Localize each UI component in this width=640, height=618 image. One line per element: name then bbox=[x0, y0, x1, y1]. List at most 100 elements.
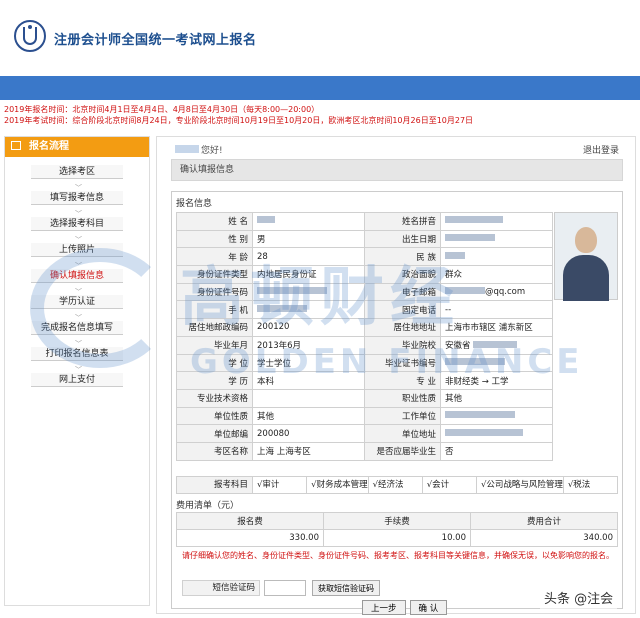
grad-value: 2013年6月 bbox=[252, 335, 365, 355]
field-label: 专 业 bbox=[364, 371, 441, 390]
subject-item: √经济法 bbox=[369, 477, 423, 493]
step-item[interactable]: 完成报名信息填写 ﹀ bbox=[5, 321, 149, 348]
step-item[interactable]: 学历认证 ﹀ bbox=[5, 295, 149, 322]
step-label: 确认填报信息 bbox=[31, 269, 123, 283]
table-row: 学 历 本科 专 业 非财经类 → 工学 bbox=[176, 371, 553, 390]
sms-row: 短信验证码 获取短信验证码 bbox=[182, 580, 380, 596]
field-label: 单位邮编 bbox=[176, 424, 253, 443]
step-item-active[interactable]: 确认填报信息 ﹀ bbox=[5, 269, 149, 296]
table-row: 单位邮编 200080 单位地址 bbox=[176, 424, 553, 443]
name-value bbox=[252, 212, 365, 231]
subject-item: √公司战略与风险管理 bbox=[477, 477, 564, 493]
field-label: 民 族 bbox=[364, 247, 441, 267]
age-value: 28 bbox=[252, 247, 365, 267]
table-row: 年 龄 28 民 族 bbox=[176, 247, 553, 267]
step-item[interactable]: 上传照片 ﹀ bbox=[5, 243, 149, 270]
field-label: 职业性质 bbox=[364, 388, 441, 408]
info-table: 姓 名 姓名拼音 性 别 男 出生日期 年 龄 28 民 族 身份证件类型 内地… bbox=[176, 212, 553, 461]
monitor-icon bbox=[11, 141, 21, 150]
prev-step-button[interactable]: 上一步 bbox=[362, 600, 406, 615]
step-label: 完成报名信息填写 bbox=[31, 321, 123, 335]
confirm-button[interactable]: 确 认 bbox=[409, 600, 448, 615]
table-row: 考区名称 上海 上海考区 是否应届毕业生 否 bbox=[176, 441, 553, 461]
field-label: 考区名称 bbox=[176, 441, 253, 461]
fee-header: 手续费 bbox=[323, 512, 471, 530]
mobile-value bbox=[252, 300, 365, 320]
fee-value: 330.00 bbox=[176, 529, 324, 547]
job-value: 其他 bbox=[440, 388, 553, 408]
sms-code-input[interactable] bbox=[264, 580, 306, 596]
gender-value: 男 bbox=[252, 229, 365, 249]
fee-value: 340.00 bbox=[470, 529, 618, 547]
field-label: 居住地邮政编码 bbox=[176, 318, 253, 337]
fee-title: 费用清单（元） bbox=[176, 501, 240, 511]
logout-link[interactable]: 退出登录 bbox=[583, 143, 619, 156]
fresh-value: 否 bbox=[440, 441, 553, 461]
step-item[interactable]: 选择报考科目 ﹀ bbox=[5, 217, 149, 244]
field-label: 毕业院校 bbox=[364, 335, 441, 355]
step-label: 选择报考科目 bbox=[31, 217, 123, 231]
major-value: 非财经类 → 工学 bbox=[440, 371, 553, 390]
confirm-title-bar: 确认填报信息 bbox=[171, 159, 623, 181]
site-header: 注册会计师全国统一考试网上报名 bbox=[0, 0, 640, 76]
title-value bbox=[252, 388, 365, 408]
political-value: 群众 bbox=[440, 265, 553, 284]
action-buttons: 上一步 确 认 bbox=[362, 600, 451, 615]
redacted-name bbox=[175, 145, 199, 153]
subject-item: √税法 bbox=[567, 480, 591, 490]
step-label: 选择考区 bbox=[31, 165, 123, 179]
notice-line-2: 2019年考试时间：综合阶段北京时间8月24日，专业阶段北京时间10月19日至1… bbox=[4, 116, 474, 125]
step-label: 网上支付 bbox=[31, 373, 123, 387]
exam-subjects-row: 报考科目 √审计 √财务成本管理 √经济法 √会计 √公司战略与风险管理 √税法 bbox=[176, 476, 618, 494]
field-label: 学 历 bbox=[176, 371, 253, 390]
table-row: 手 机 固定电话 -- bbox=[176, 300, 553, 320]
field-label: 姓 名 bbox=[176, 212, 253, 231]
table-row: 330.00 10.00 340.00 bbox=[176, 529, 618, 547]
registration-form: 报名信息 姓 名 姓名拼音 性 别 男 出生日期 年 龄 28 民 族 身份证件… bbox=[171, 191, 623, 615]
exam-label: 报考科目 bbox=[177, 477, 253, 493]
step-item[interactable]: 打印报名信息表 ﹀ bbox=[5, 347, 149, 374]
site-title: 注册会计师全国统一考试网上报名 bbox=[54, 33, 257, 48]
table-row: 报名费 手续费 费用合计 bbox=[176, 512, 618, 530]
table-row: 专业技术资格 职业性质 其他 bbox=[176, 388, 553, 408]
step-item[interactable]: 选择考区 ﹀ bbox=[5, 165, 149, 192]
section-title: 报名信息 bbox=[176, 199, 213, 209]
region-value: 上海 上海考区 bbox=[252, 441, 365, 461]
field-label: 政治面貌 bbox=[364, 265, 441, 284]
sidebar-title: 报名流程 bbox=[29, 141, 69, 152]
subject-item: √会计 bbox=[423, 477, 477, 493]
field-label: 单位性质 bbox=[176, 406, 253, 426]
notice-line-1: 2019年报名时间：北京时间4月1日至4月4日、4月8日至4月30日（每天8:0… bbox=[4, 105, 320, 114]
table-row: 单位性质 其他 工作单位 bbox=[176, 406, 553, 426]
field-label: 工作单位 bbox=[364, 406, 441, 426]
edu-value: 本科 bbox=[252, 371, 365, 390]
field-label: 姓名拼音 bbox=[364, 212, 441, 231]
ethnic-value bbox=[440, 247, 553, 267]
table-row: 毕业年月 2013年6月 毕业院校 安徽省 bbox=[176, 335, 553, 355]
notice-text: 2019年报名时间：北京时间4月1日至4月4日、4月8日至4月30日（每天8:0… bbox=[4, 104, 636, 126]
redacted-value bbox=[257, 304, 307, 312]
pinyin-value bbox=[440, 212, 553, 231]
get-sms-code-button[interactable]: 获取短信验证码 bbox=[312, 580, 380, 596]
step-label: 填写报考信息 bbox=[31, 191, 123, 205]
field-label: 身份证件号码 bbox=[176, 282, 253, 302]
field-label: 电子邮箱 bbox=[364, 282, 441, 302]
table-row: 身份证件类型 内地居民身份证 政治面貌 群众 bbox=[176, 265, 553, 284]
degree-value: 学士学位 bbox=[252, 353, 365, 373]
redacted-value bbox=[445, 216, 503, 224]
field-label: 性 别 bbox=[176, 229, 253, 249]
redacted-value bbox=[257, 216, 275, 224]
unit-zip-value: 200080 bbox=[252, 424, 365, 443]
dob-value bbox=[440, 229, 553, 249]
field-label: 学 位 bbox=[176, 353, 253, 373]
cicpa-logo-icon bbox=[14, 20, 46, 52]
step-item[interactable]: 网上支付 bbox=[5, 373, 149, 399]
subject-item: √审计 bbox=[253, 477, 308, 493]
field-label: 单位地址 bbox=[364, 424, 441, 443]
redacted-value bbox=[445, 428, 523, 436]
step-item[interactable]: 填写报考信息 ﹀ bbox=[5, 191, 149, 218]
fee-header: 报名费 bbox=[176, 512, 324, 530]
table-row: 姓 名 姓名拼音 bbox=[176, 212, 553, 231]
idtype-value: 内地居民身份证 bbox=[252, 265, 365, 284]
redacted-value bbox=[445, 357, 505, 365]
